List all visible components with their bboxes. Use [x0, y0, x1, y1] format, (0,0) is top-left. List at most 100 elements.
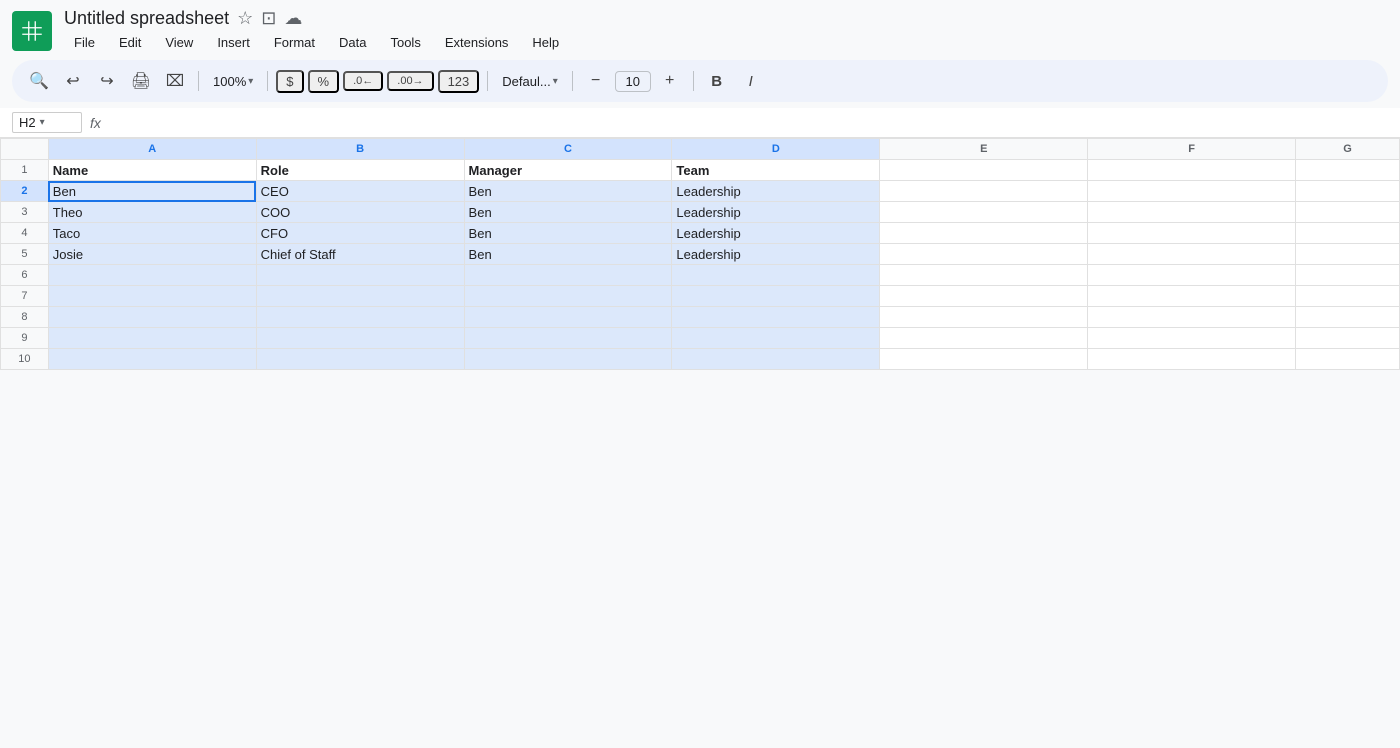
cloud-icon[interactable]: ☁ [284, 8, 302, 29]
cell[interactable]: Taco [48, 223, 256, 244]
cell[interactable] [464, 307, 672, 328]
cell[interactable]: Manager [464, 160, 672, 181]
cell[interactable] [256, 265, 464, 286]
cell[interactable] [672, 265, 880, 286]
cell[interactable] [1296, 160, 1400, 181]
paint-format-button[interactable]: ⌧ [160, 66, 190, 96]
cell[interactable] [256, 328, 464, 349]
col-header-g[interactable]: G [1296, 139, 1400, 160]
cell[interactable] [1296, 349, 1400, 370]
cell[interactable]: Ben [464, 202, 672, 223]
formula-input[interactable] [109, 115, 1388, 130]
cell[interactable]: Chief of Staff [256, 244, 464, 265]
cell[interactable] [672, 307, 880, 328]
cell[interactable] [1296, 265, 1400, 286]
cell[interactable]: Ben [464, 181, 672, 202]
currency-button[interactable]: $ [276, 70, 303, 93]
cell[interactable] [880, 223, 1088, 244]
cell[interactable] [1296, 307, 1400, 328]
cell[interactable] [672, 349, 880, 370]
cell[interactable]: Leadership [672, 223, 880, 244]
cell[interactable]: Theo [48, 202, 256, 223]
cell[interactable]: Leadership [672, 202, 880, 223]
cell[interactable] [1088, 265, 1296, 286]
decimal-less-button[interactable]: .0← [343, 71, 383, 91]
cell[interactable] [880, 202, 1088, 223]
cell[interactable] [1088, 286, 1296, 307]
cell[interactable]: Ben [464, 223, 672, 244]
search-button[interactable]: 🔍 [24, 66, 54, 96]
italic-button[interactable]: I [736, 66, 766, 96]
cell[interactable] [1088, 160, 1296, 181]
cell[interactable]: CEO [256, 181, 464, 202]
cell[interactable] [880, 286, 1088, 307]
row-number[interactable]: 7 [1, 286, 49, 307]
undo-button[interactable]: ↩ [58, 66, 88, 96]
cell[interactable]: Ben [48, 181, 256, 202]
decimal-more-button[interactable]: .00→ [387, 71, 433, 91]
cell[interactable] [1088, 223, 1296, 244]
menu-view[interactable]: View [155, 31, 203, 54]
col-header-c[interactable]: C [464, 139, 672, 160]
menu-help[interactable]: Help [522, 31, 569, 54]
print-button[interactable]: 🖨 [126, 66, 156, 96]
row-number[interactable]: 5 [1, 244, 49, 265]
cell[interactable]: Team [672, 160, 880, 181]
cell[interactable] [464, 349, 672, 370]
row-number[interactable]: 6 [1, 265, 49, 286]
cell[interactable] [1296, 202, 1400, 223]
cell[interactable]: COO [256, 202, 464, 223]
font-size-decrease-button[interactable]: − [581, 66, 611, 96]
cell[interactable] [1296, 181, 1400, 202]
cell[interactable] [256, 349, 464, 370]
col-header-a[interactable]: A [48, 139, 256, 160]
cell[interactable]: Leadership [672, 181, 880, 202]
cell[interactable] [880, 160, 1088, 181]
cell[interactable] [672, 286, 880, 307]
col-header-f[interactable]: F [1088, 139, 1296, 160]
cell[interactable] [1088, 328, 1296, 349]
font-selector[interactable]: Defaul... ▾ [496, 72, 563, 91]
percent-button[interactable]: % [308, 70, 340, 93]
cell[interactable] [1088, 244, 1296, 265]
col-header-b[interactable]: B [256, 139, 464, 160]
row-number[interactable]: 9 [1, 328, 49, 349]
cell[interactable] [48, 307, 256, 328]
cell[interactable] [1296, 223, 1400, 244]
menu-extensions[interactable]: Extensions [435, 31, 519, 54]
menu-data[interactable]: Data [329, 31, 376, 54]
cell[interactable]: Name [48, 160, 256, 181]
cell[interactable] [880, 328, 1088, 349]
zoom-selector[interactable]: 100% ▾ [207, 72, 259, 91]
cell[interactable] [256, 307, 464, 328]
cell-reference-box[interactable]: H2 ▾ [12, 112, 82, 133]
row-number[interactable]: 8 [1, 307, 49, 328]
cell[interactable] [1088, 307, 1296, 328]
cell[interactable] [880, 349, 1088, 370]
cell[interactable]: Role [256, 160, 464, 181]
cell[interactable] [48, 265, 256, 286]
col-header-e[interactable]: E [880, 139, 1088, 160]
col-header-d[interactable]: D [672, 139, 880, 160]
cell[interactable] [48, 328, 256, 349]
cell[interactable] [1088, 349, 1296, 370]
cell[interactable] [48, 349, 256, 370]
redo-button[interactable]: ↪ [92, 66, 122, 96]
cell[interactable] [1088, 202, 1296, 223]
row-number[interactable]: 4 [1, 223, 49, 244]
cell[interactable] [880, 307, 1088, 328]
menu-file[interactable]: File [64, 31, 105, 54]
cell[interactable] [48, 286, 256, 307]
cell[interactable] [880, 265, 1088, 286]
row-number[interactable]: 1 [1, 160, 49, 181]
menu-insert[interactable]: Insert [207, 31, 260, 54]
menu-tools[interactable]: Tools [380, 31, 430, 54]
bold-button[interactable]: B [702, 66, 732, 96]
cell[interactable] [464, 286, 672, 307]
cell[interactable] [880, 244, 1088, 265]
cell[interactable] [672, 328, 880, 349]
cell[interactable]: Ben [464, 244, 672, 265]
row-number[interactable]: 10 [1, 349, 49, 370]
spreadsheet-title[interactable]: Untitled spreadsheet [64, 8, 229, 29]
menu-format[interactable]: Format [264, 31, 325, 54]
